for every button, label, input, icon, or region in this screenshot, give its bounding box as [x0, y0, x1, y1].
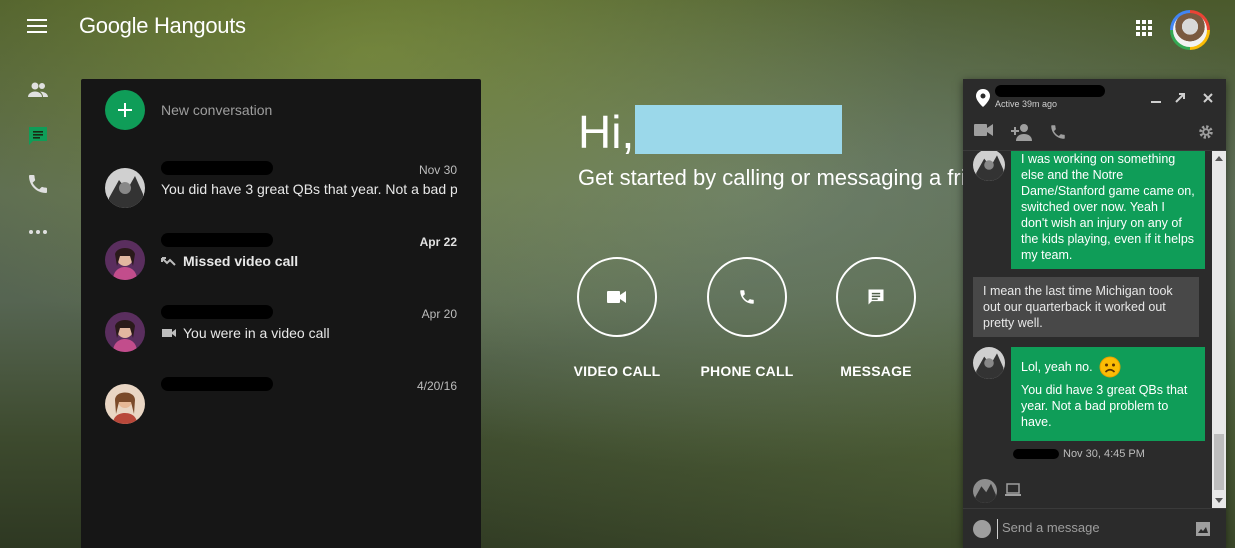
- videocam-icon: [577, 257, 657, 337]
- laptop-icon: [1005, 483, 1021, 497]
- phone-call-button[interactable]: PHONE CALL: [697, 257, 797, 379]
- message-button[interactable]: MESSAGE: [826, 257, 926, 379]
- chat-messages: I was working on something else and the …: [963, 151, 1226, 508]
- menu-icon[interactable]: [27, 19, 47, 35]
- conversation-date: Apr 22: [419, 235, 457, 249]
- video-call-button[interactable]: VIDEO CALL: [567, 257, 667, 379]
- new-conversation-button[interactable]: New conversation: [105, 90, 272, 130]
- conversation-preview: You were in a video call: [161, 325, 457, 341]
- phone-icon: [707, 257, 787, 337]
- sad-face-emoji-icon: [1099, 356, 1121, 378]
- close-icon[interactable]: [1201, 91, 1215, 105]
- new-conversation-label: New conversation: [161, 102, 273, 118]
- redacted-sender: [1013, 449, 1059, 459]
- phone-icon[interactable]: [26, 172, 50, 196]
- conversation-item[interactable]: Apr 20 You were in a video call: [81, 302, 481, 362]
- conversation-date: Nov 30: [418, 163, 457, 177]
- apps-grid-icon[interactable]: [1136, 20, 1152, 36]
- redacted-name: [161, 161, 273, 175]
- image-icon[interactable]: [1195, 521, 1211, 537]
- avatar: [105, 384, 145, 424]
- phone-call-icon[interactable]: [1049, 123, 1069, 141]
- popout-icon[interactable]: [1173, 91, 1187, 105]
- location-pin-icon: [976, 89, 990, 107]
- conversation-date: 4/20/16: [416, 379, 457, 393]
- scroll-down-icon[interactable]: [1215, 498, 1223, 503]
- message-meta: Nov 30, 4:45 PM: [1013, 448, 1145, 460]
- conversation-preview: You did have 3 great QBs that year. Not …: [161, 181, 457, 197]
- scroll-up-icon[interactable]: [1215, 156, 1223, 161]
- video-call-icon[interactable]: [974, 123, 994, 141]
- more-icon[interactable]: [26, 220, 50, 244]
- redacted-name: [161, 305, 273, 319]
- message-input[interactable]: Send a message: [997, 519, 1187, 539]
- message-bubble: Lol, yeah no. You did have 3 great QBs t…: [1011, 347, 1205, 441]
- video-icon: [161, 326, 177, 340]
- video-call-label: VIDEO CALL: [573, 363, 661, 379]
- add-person-icon[interactable]: [1011, 123, 1032, 141]
- emoji-icon[interactable]: [973, 520, 991, 538]
- phone-call-label: PHONE CALL: [700, 363, 794, 379]
- conversation-item[interactable]: Nov 30 You did have 3 great QBs that yea…: [81, 158, 481, 218]
- message-bubble: I was working on something else and the …: [1011, 151, 1205, 269]
- redacted-name: [161, 233, 273, 247]
- app-title: Google Hangouts: [79, 13, 246, 38]
- conversation-item[interactable]: Apr 22 Missed video call: [81, 230, 481, 290]
- conversation-date: Apr 20: [421, 307, 457, 321]
- redacted-name: [161, 377, 273, 391]
- chat-window: Active 39m ago I was working on somethin…: [963, 79, 1226, 548]
- conversation-list: New conversation Nov 30 You did have 3 g…: [81, 79, 481, 548]
- chat-header: Active 39m ago: [963, 79, 1226, 151]
- settings-gear-icon[interactable]: [1197, 123, 1217, 141]
- message-icon: [836, 257, 916, 337]
- avatar: [973, 479, 997, 503]
- avatar: [105, 312, 145, 352]
- conversation-item[interactable]: 4/20/16: [81, 374, 481, 434]
- greeting-text: Hi,: [578, 106, 635, 158]
- message-timestamp: Nov 30, 4:45 PM: [1063, 448, 1145, 460]
- redacted-contact-name: [995, 85, 1105, 97]
- plus-icon: [105, 90, 145, 130]
- avatar: [973, 347, 1005, 379]
- chat-icon[interactable]: [26, 124, 50, 148]
- avatar: [105, 168, 145, 208]
- chat-scrollbar[interactable]: [1212, 151, 1226, 508]
- contact-status: Active 39m ago: [995, 99, 1058, 109]
- top-bar: Google Hangouts: [0, 0, 1235, 56]
- account-avatar[interactable]: [1170, 10, 1210, 50]
- conversation-preview: Missed video call: [161, 253, 457, 269]
- chat-input-bar: Send a message: [963, 508, 1226, 548]
- message-bubble: I mean the last time Michigan took out o…: [973, 277, 1199, 337]
- missed-call-icon: [161, 254, 177, 268]
- contacts-icon[interactable]: [26, 78, 50, 102]
- minimize-icon[interactable]: [1149, 91, 1163, 105]
- greeting-subtitle: Get started by calling or messaging a fr…: [578, 165, 964, 190]
- avatar: [105, 240, 145, 280]
- avatar: [973, 151, 1005, 181]
- message-label: MESSAGE: [840, 363, 912, 379]
- redacted-user-name: [635, 105, 842, 154]
- scroll-thumb[interactable]: [1214, 434, 1224, 490]
